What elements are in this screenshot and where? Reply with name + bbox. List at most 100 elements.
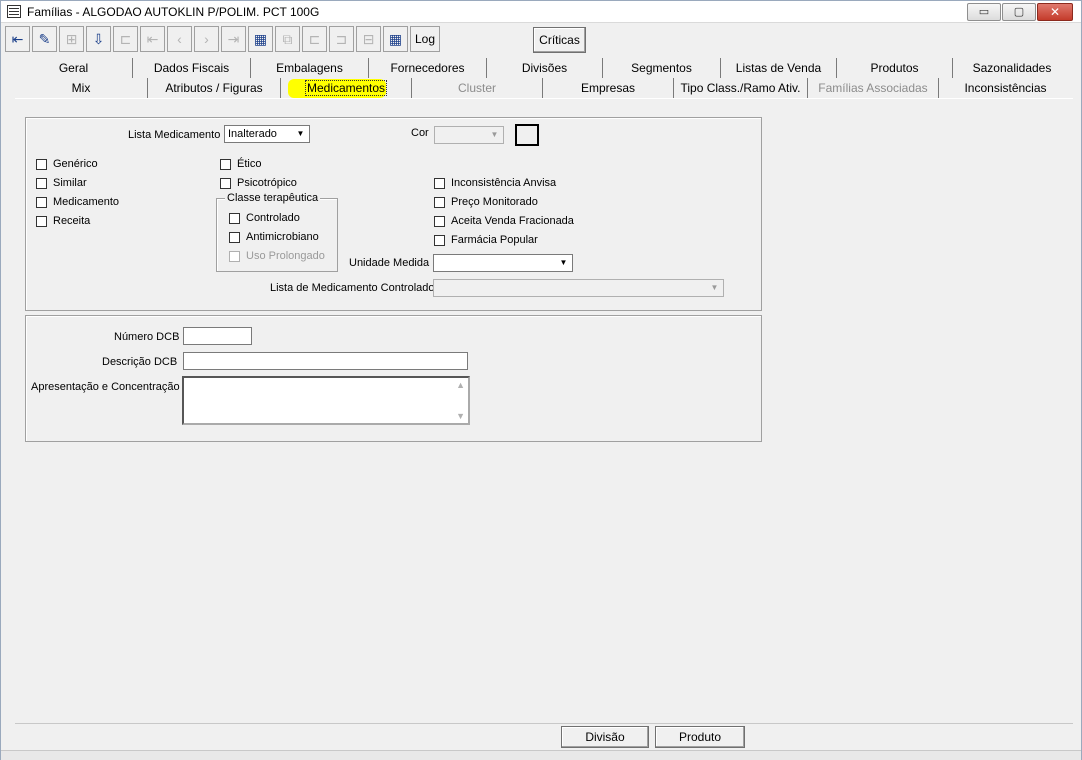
edit-button[interactable]: ✎ <box>32 26 57 52</box>
color-preview-box[interactable] <box>515 124 539 146</box>
exit-button[interactable]: ⇤ <box>5 26 30 52</box>
first-icon: ⇤ <box>146 30 159 47</box>
medicamento-checkbox[interactable]: Medicamento <box>36 196 119 208</box>
prev-icon: ‹ <box>177 31 182 47</box>
receita-label: Receita <box>53 215 91 227</box>
checkbox-box <box>434 196 445 208</box>
maximize-button[interactable]: ▢ <box>1002 3 1036 21</box>
tab-divisoes[interactable]: Divisões <box>487 58 603 78</box>
cor-select[interactable]: ▼ <box>434 126 504 144</box>
lista-controlado-label: Lista de Medicamento Controlado <box>270 282 435 294</box>
farmacia-popular-checkbox[interactable]: Farmácia Popular <box>434 234 538 246</box>
save-button[interactable]: ⇩ <box>86 26 111 52</box>
last-button[interactable]: ⇥ <box>221 26 246 52</box>
cor-label: Cor <box>411 127 429 139</box>
lista-controlado-select[interactable]: ▼ <box>433 279 724 297</box>
tab-atributos-figuras[interactable]: Atributos / Figuras <box>148 78 281 98</box>
unidade-medida-select[interactable]: ▼ <box>433 254 573 272</box>
checkbox-box <box>434 234 445 246</box>
bottom-divider <box>15 723 1073 724</box>
psicotropico-label: Psicotrópico <box>237 177 297 189</box>
unidade-medida-label: Unidade Medida <box>349 257 430 269</box>
copy-record-button[interactable]: ⊏ <box>302 26 327 52</box>
chevron-down-icon: ▼ <box>710 283 719 292</box>
produto-button[interactable]: Produto <box>655 726 745 748</box>
delete-record-button[interactable]: ⊟ <box>356 26 381 52</box>
tab-listas-de-venda[interactable]: Listas de Venda <box>721 58 837 78</box>
divisao-button[interactable]: Divisão <box>561 726 649 748</box>
copy-record-icon: ⊏ <box>308 30 321 47</box>
checkbox-box <box>229 231 240 243</box>
medicamento-label: Medicamento <box>53 196 120 208</box>
tab-medicamentos[interactable]: Medicamentos <box>281 78 412 98</box>
psicotropico-checkbox[interactable]: Psicotrópico <box>220 177 297 189</box>
etico-checkbox[interactable]: Ético <box>220 158 261 170</box>
checkbox-box <box>36 215 47 227</box>
aceita-venda-fracionada-checkbox[interactable]: Aceita Venda Fracionada <box>434 215 574 227</box>
tab-embalagens[interactable]: Embalagens <box>251 58 369 78</box>
close-icon: ✕ <box>1049 5 1061 19</box>
uso-prolongado-checkbox[interactable]: Uso Prolongado <box>229 250 325 262</box>
record-button[interactable]: ⊏ <box>113 26 138 52</box>
checkbox-box <box>434 177 445 189</box>
save-icon: ⇩ <box>92 30 105 47</box>
scroll-down-icon: ▼ <box>456 411 465 421</box>
chevron-down-icon: ▼ <box>490 130 499 139</box>
similar-checkbox[interactable]: Similar <box>36 177 87 189</box>
tab-inconsistencias[interactable]: Inconsistências <box>939 78 1072 98</box>
grid-button[interactable]: ▦ <box>383 26 408 52</box>
tab-segmentos[interactable]: Segmentos <box>603 58 721 78</box>
paste-record-icon: ⊐ <box>335 30 348 47</box>
tab-sazonalidades[interactable]: Sazonalidades <box>953 58 1071 78</box>
minimize-button[interactable]: ▭ <box>967 3 1001 21</box>
inconsistencia-anvisa-checkbox[interactable]: Inconsistência Anvisa <box>434 177 556 189</box>
tab-cluster[interactable]: Cluster <box>412 78 543 98</box>
antimicrobiano-checkbox[interactable]: Antimicrobiano <box>229 231 319 243</box>
film-button[interactable]: ▦ <box>248 26 273 52</box>
generico-checkbox[interactable]: Genérico <box>36 158 98 170</box>
status-bar <box>1 750 1081 760</box>
new-record-button[interactable]: ⊞ <box>59 26 84 52</box>
log-button[interactable]: Log <box>410 26 440 52</box>
title-bar: Famílias - ALGODAO AUTOKLIN P/POLIM. PCT… <box>1 1 1081 23</box>
preco-monitorado-checkbox[interactable]: Preço Monitorado <box>434 196 538 208</box>
uso-prolongado-label: Uso Prolongado <box>246 250 325 262</box>
similar-label: Similar <box>53 177 87 189</box>
window-form-icon <box>7 5 21 18</box>
apresentacao-textarea[interactable]: ▲ ▼ <box>182 376 470 425</box>
lista-medicamento-select[interactable]: Inalterado ▼ <box>224 125 310 143</box>
numero-dcb-input[interactable] <box>183 327 252 345</box>
tab-produtos[interactable]: Produtos <box>837 58 953 78</box>
receita-checkbox[interactable]: Receita <box>36 215 90 227</box>
inconsistencia-anvisa-label: Inconsistência Anvisa <box>451 177 557 189</box>
prev-button[interactable]: ‹ <box>167 26 192 52</box>
tab-geral[interactable]: Geral <box>15 58 133 78</box>
criticas-button[interactable]: Críticas <box>533 27 586 53</box>
checkbox-box <box>36 177 47 189</box>
textarea-scrollbar[interactable]: ▲ ▼ <box>453 378 468 423</box>
tab-tipo-class-ramo-ativ[interactable]: Tipo Class./Ramo Ativ. <box>674 78 808 98</box>
tab-empresas[interactable]: Empresas <box>543 78 674 98</box>
chevron-down-icon: ▼ <box>559 258 568 267</box>
descricao-dcb-input[interactable] <box>183 352 468 370</box>
etico-label: Ético <box>237 158 262 170</box>
descricao-dcb-label: Descrição DCB <box>102 356 178 368</box>
checkbox-box <box>229 212 240 224</box>
next-button[interactable]: › <box>194 26 219 52</box>
first-button[interactable]: ⇤ <box>140 26 165 52</box>
next-icon: › <box>204 31 209 47</box>
link-button[interactable]: ⧉ <box>275 26 300 52</box>
maximize-icon: ▢ <box>1013 6 1025 18</box>
new-record-icon: ⊞ <box>65 30 78 47</box>
checkbox-box <box>229 250 240 262</box>
tab-fornecedores[interactable]: Fornecedores <box>369 58 487 78</box>
controlado-checkbox[interactable]: Controlado <box>229 212 300 224</box>
close-button[interactable]: ✕ <box>1037 3 1073 21</box>
tab-dados-fiscais[interactable]: Dados Fiscais <box>133 58 251 78</box>
tab-familias-associadas[interactable]: Famílias Associadas <box>808 78 939 98</box>
paste-record-button[interactable]: ⊐ <box>329 26 354 52</box>
tab-mix[interactable]: Mix <box>15 78 148 98</box>
checkbox-box <box>36 196 47 208</box>
edit-icon: ✎ <box>38 30 51 47</box>
checkbox-box <box>220 177 231 189</box>
